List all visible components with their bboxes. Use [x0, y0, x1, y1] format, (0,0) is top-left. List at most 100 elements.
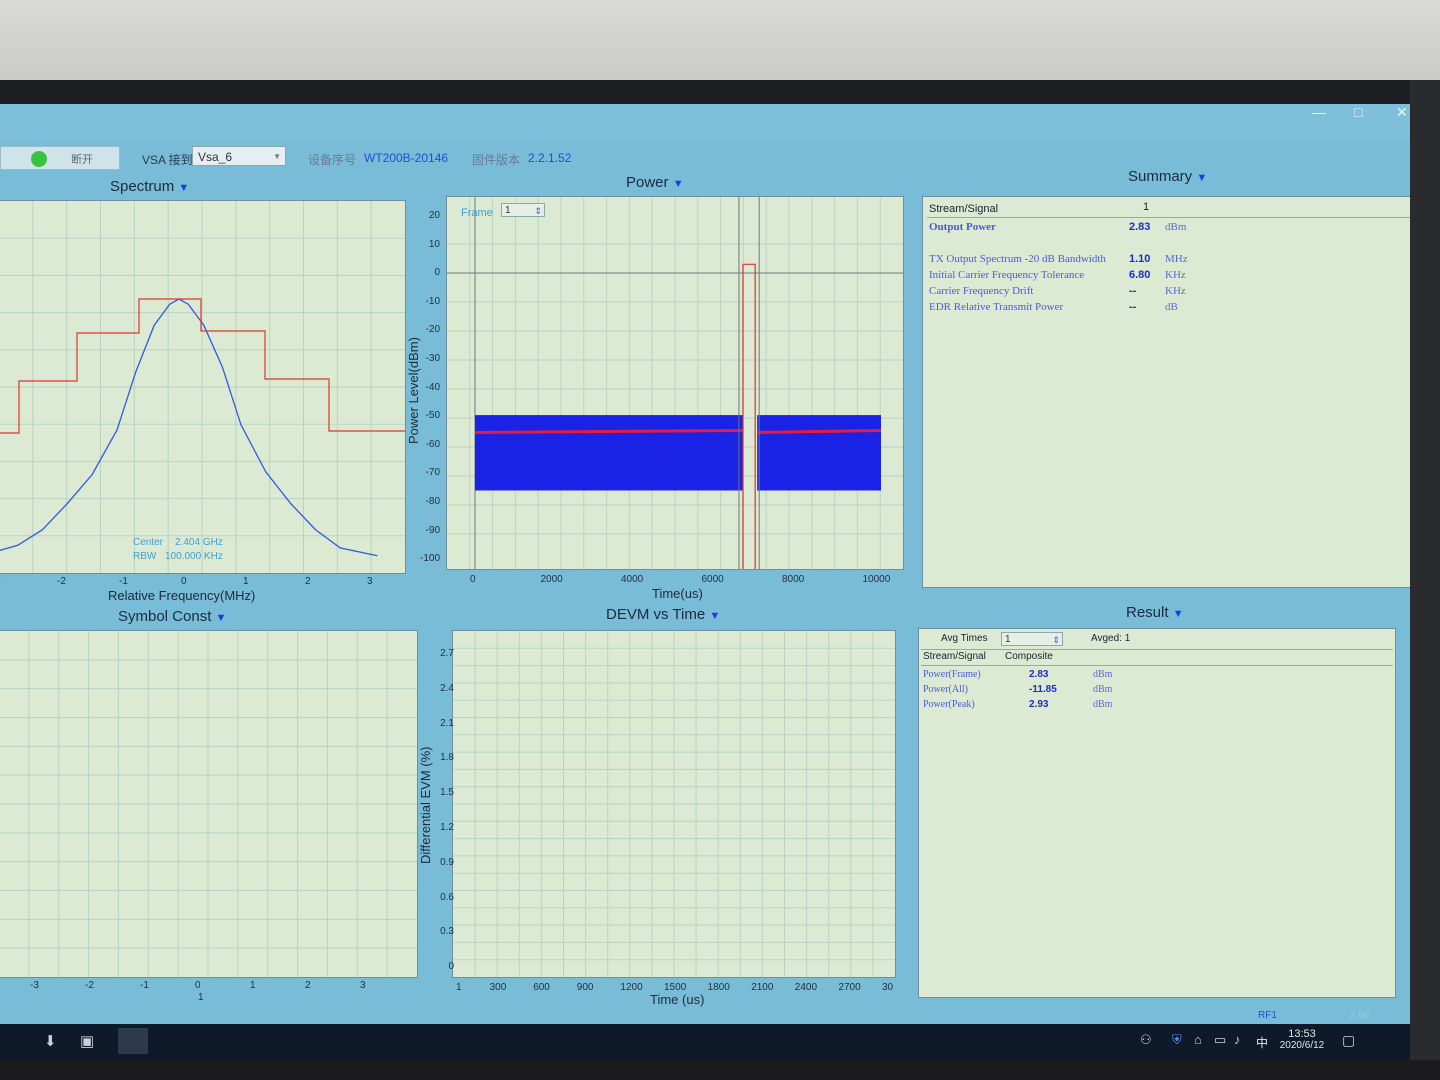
- tick-label: 0: [195, 980, 201, 991]
- tick-label: 2: [305, 980, 311, 991]
- firmware-label: 固件版本: [472, 153, 521, 167]
- tick-label: 1200: [620, 982, 643, 993]
- tick-label: 300: [489, 982, 507, 993]
- minimize-icon[interactable]: —: [1312, 104, 1326, 120]
- summary-row-label: TX Output Spectrum -20 dB Bandwidth: [929, 253, 1106, 265]
- status-port-value: RF1: [1258, 1010, 1277, 1021]
- symbol-const-plot[interactable]: [0, 630, 418, 978]
- summary-row-label: Initial Carrier Frequency Tolerance: [929, 269, 1085, 281]
- tick-label: -80: [425, 496, 440, 507]
- dropdown-arrow-icon: ▼: [709, 610, 721, 622]
- summary-row-value: 2.83: [1129, 221, 1151, 233]
- tick-label: 1800: [707, 982, 730, 993]
- result-row-unit: dBm: [1093, 684, 1113, 695]
- avged-label: Avged: 1: [1091, 633, 1131, 644]
- spectrum-title: Spectrum: [110, 178, 175, 195]
- app-taskbar-icon[interactable]: [118, 1028, 148, 1054]
- spinner-arrows-icon: ⇕: [534, 206, 542, 216]
- tick-label: 0.6: [440, 891, 454, 903]
- notification-icon[interactable]: ▢: [1342, 1032, 1355, 1049]
- power-title-dropdown[interactable]: Power ▼: [626, 174, 684, 191]
- tick-label: 2.1: [440, 717, 454, 729]
- clock[interactable]: 13:53 2020/6/12: [1274, 1028, 1330, 1051]
- tick-label: 1.8: [440, 752, 454, 764]
- symbol-const-title: Symbol Const: [118, 608, 212, 625]
- spectrum-trace: [0, 298, 378, 557]
- frame-spinner-value: 1: [505, 205, 511, 216]
- power-burst: [742, 263, 756, 569]
- tick-label: 2700: [838, 982, 861, 993]
- result-title-dropdown[interactable]: Result ▼: [1126, 604, 1184, 621]
- tick-label: 2000: [540, 574, 563, 585]
- ime-indicator[interactable]: 中: [1256, 1034, 1268, 1051]
- frame-spinner[interactable]: 1 ⇕: [501, 203, 545, 217]
- frame-label: Frame: [461, 207, 493, 219]
- tick-label: -2: [85, 980, 94, 991]
- result-row-label: Power(All): [923, 684, 968, 695]
- power-title: Power: [626, 174, 669, 191]
- result-row-unit: dBm: [1093, 699, 1113, 710]
- connect-button[interactable]: 断开: [0, 146, 120, 170]
- spectrum-chart: [0, 201, 405, 573]
- tick-label: 20: [428, 210, 440, 221]
- close-icon[interactable]: ✕: [1396, 104, 1408, 121]
- tick-label: 8000: [782, 574, 805, 585]
- tick-label: 1.5: [440, 787, 454, 799]
- status-port: RF1: [1258, 1010, 1277, 1021]
- dropdown-arrow-icon: ▼: [1172, 608, 1184, 620]
- result-row-value: 2.93: [1029, 699, 1049, 710]
- summary-row-unit: KHz: [1165, 285, 1186, 297]
- display-icon[interactable]: ▭: [1214, 1032, 1226, 1048]
- power-envelope: [757, 415, 881, 491]
- tick-label: 3: [367, 576, 373, 587]
- symbol-const-title-dropdown[interactable]: Symbol Const ▼: [118, 608, 226, 625]
- devm-title-dropdown[interactable]: DEVM vs Time ▼: [606, 606, 720, 623]
- result-title: Result: [1126, 604, 1169, 621]
- tick-label: 0: [434, 267, 440, 279]
- tick-label: -10: [425, 295, 440, 307]
- network-icon[interactable]: ⌂: [1194, 1032, 1202, 1047]
- power-envelope: [475, 415, 743, 491]
- spinner-arrows-icon: ⇕: [1052, 635, 1060, 645]
- avg-times-spinner[interactable]: 1 ⇕: [1001, 632, 1063, 646]
- taskbar: ⬇ ▣ ⚇ ⛨ ⌂ ▭ ♪ 中 13:53 2020/6/12 ▢: [0, 1024, 1420, 1060]
- tick-label: -90: [425, 524, 440, 536]
- clock-date: 2020/6/12: [1279, 1040, 1325, 1051]
- devm-plot[interactable]: [452, 630, 896, 978]
- tick-label: -1: [140, 980, 149, 991]
- vsa-select[interactable]: Vsa_6 ▼: [192, 146, 286, 166]
- power-mean-trace: [474, 429, 743, 434]
- people-icon[interactable]: ⚇: [1140, 1032, 1152, 1048]
- power-chart: [447, 197, 903, 569]
- maximize-icon[interactable]: □: [1354, 104, 1362, 120]
- tick-label: 0: [470, 574, 476, 585]
- summary-title-dropdown[interactable]: Summary ▼: [1128, 168, 1207, 185]
- summary-row-unit: MHz: [1165, 253, 1188, 265]
- shield-icon[interactable]: ⛨: [1172, 1032, 1182, 1048]
- dropdown-arrow-icon: ▼: [215, 612, 227, 624]
- task-view-icon[interactable]: ▣: [80, 1032, 94, 1050]
- volume-icon[interactable]: ♪: [1234, 1032, 1241, 1047]
- spectrum-title-dropdown[interactable]: Spectrum ▼: [110, 178, 189, 195]
- avg-times-value: 1: [1005, 634, 1011, 645]
- center-label: Center: [133, 537, 164, 548]
- spectrum-plot[interactable]: Center 2.404 GHz RBW 100.000 KHz: [0, 200, 406, 574]
- avg-times-label: Avg Times: [941, 633, 988, 644]
- background-wall: [0, 0, 1440, 90]
- toolbar: 断开 VSA 接到 Vsa_6 ▼ 设备序号 WT200B-20146 固件版本…: [0, 144, 700, 170]
- app-window: — □ ✕ 断开 VSA 接到 Vsa_6 ▼ 设备序号 WT200B-2014…: [0, 104, 1420, 1024]
- divider: [927, 217, 1411, 218]
- power-plot[interactable]: Frame 1 ⇕: [446, 196, 904, 570]
- tick-label: 2.4: [440, 682, 454, 694]
- tick-label: 2.7: [440, 648, 454, 659]
- tick-label: -70: [425, 467, 440, 479]
- tick-label: 0: [448, 961, 454, 973]
- monitor-bezel-right: [1410, 80, 1440, 1080]
- microphone-icon[interactable]: ⬇: [44, 1032, 57, 1050]
- monitor-bezel-top: [0, 80, 1440, 104]
- tick-label: 10000: [862, 574, 891, 585]
- tick-label: 1: [456, 982, 462, 993]
- tick-label: 30: [882, 982, 894, 993]
- symbol-const-chart: [0, 631, 417, 977]
- result-row-value: 2.83: [1029, 669, 1049, 680]
